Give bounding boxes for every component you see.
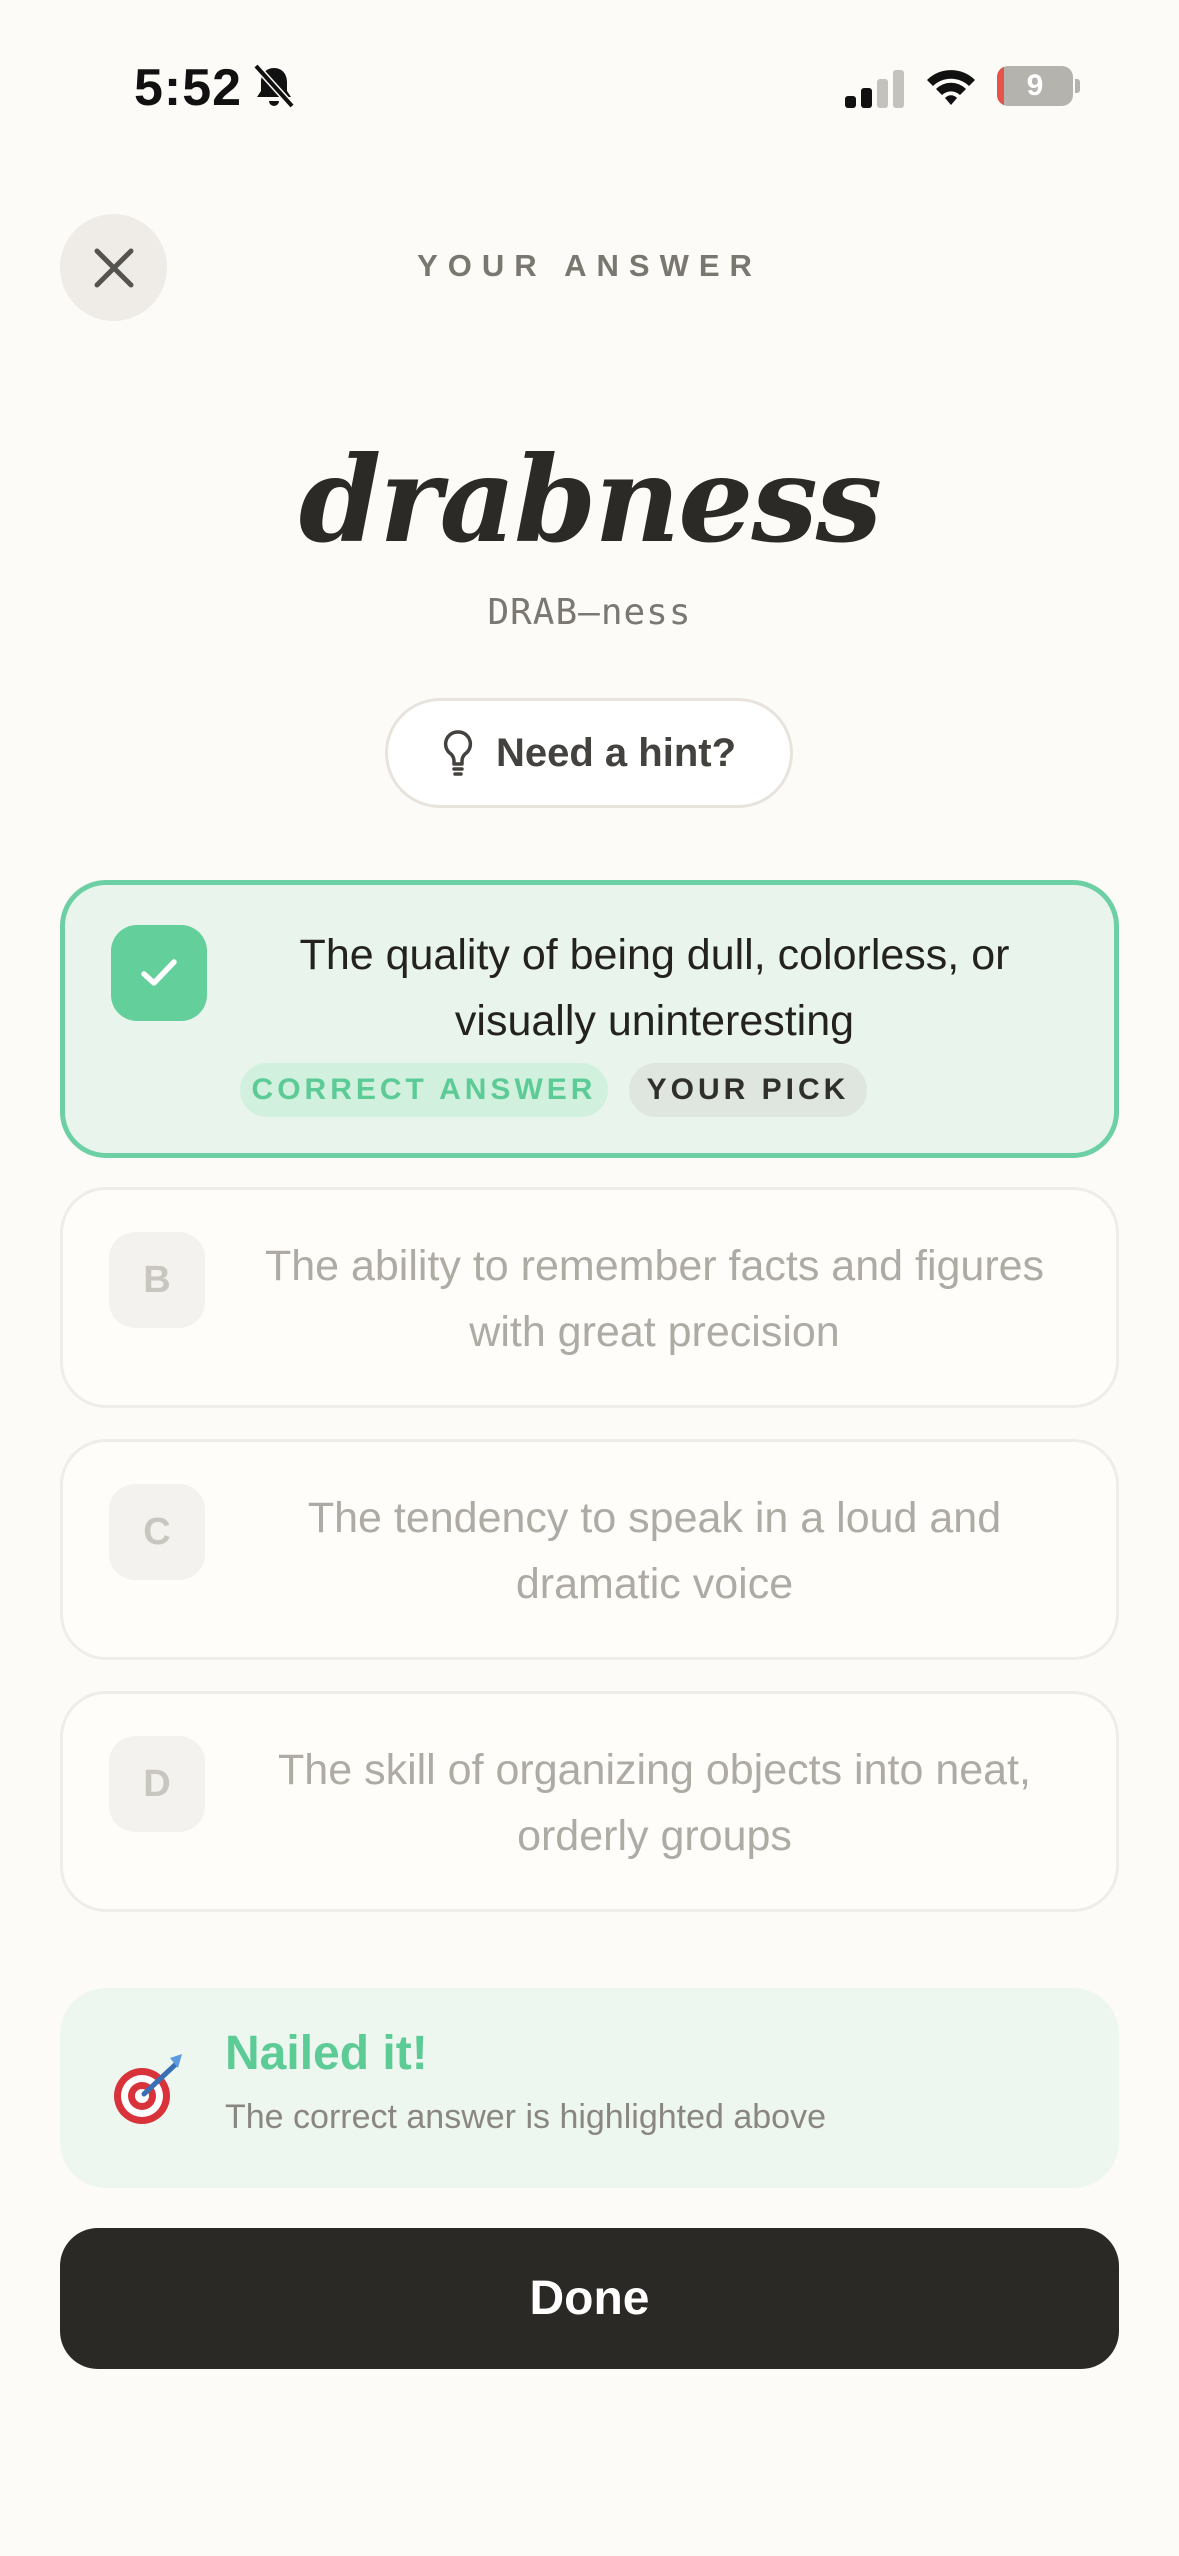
hint-label: Need a hint? [495,730,737,775]
feedback-title: Nailed it! [225,2027,428,2080]
option-c[interactable]: C The tendency to speak in a loud and dr… [60,1439,1119,1660]
screen-label: YOUR ANSWER [417,248,762,283]
cellular-signal-icon [845,70,904,108]
your-pick-tag: YOUR PICK [629,1063,867,1117]
hint-button[interactable]: Need a hint? [385,698,793,808]
target-icon [114,2054,182,2124]
wifi-icon [927,70,975,105]
option-letter-badge: C [109,1484,205,1580]
done-button[interactable]: Done [60,2228,1119,2369]
option-letter-badge: D [109,1736,205,1832]
checkmark-badge [111,925,207,1021]
battery-level: 9 [1026,69,1044,102]
option-letter-badge: B [109,1232,205,1328]
feedback-subtitle: The correct answer is highlighted above [225,2098,826,2136]
option-b-text: The ability to remember facts and figure… [264,1242,1045,1356]
lightbulb-icon [443,730,473,776]
option-b[interactable]: B The ability to remember facts and figu… [60,1187,1119,1408]
option-a-text: The quality of being dull, colorless, or… [299,931,1010,1045]
option-c-text: The tendency to speak in a loud and dram… [307,1494,1002,1608]
option-d-text: The skill of organizing objects into nea… [278,1746,1031,1860]
status-time: 5:52 [134,59,243,117]
battery-indicator: 9 [997,66,1081,106]
feedback-banner: Nailed it! The correct answer is highlig… [60,1988,1119,2188]
checkmark-icon [141,959,177,986]
pronunciation: DRAB–ness [487,592,692,633]
bell-muted-icon [253,63,295,109]
option-d[interactable]: D The skill of organizing objects into n… [60,1691,1119,1912]
vocab-word: drabness [298,430,882,569]
correct-answer-tag: CORRECT ANSWER [240,1063,608,1117]
option-a[interactable]: The quality of being dull, colorless, or… [60,880,1119,1158]
